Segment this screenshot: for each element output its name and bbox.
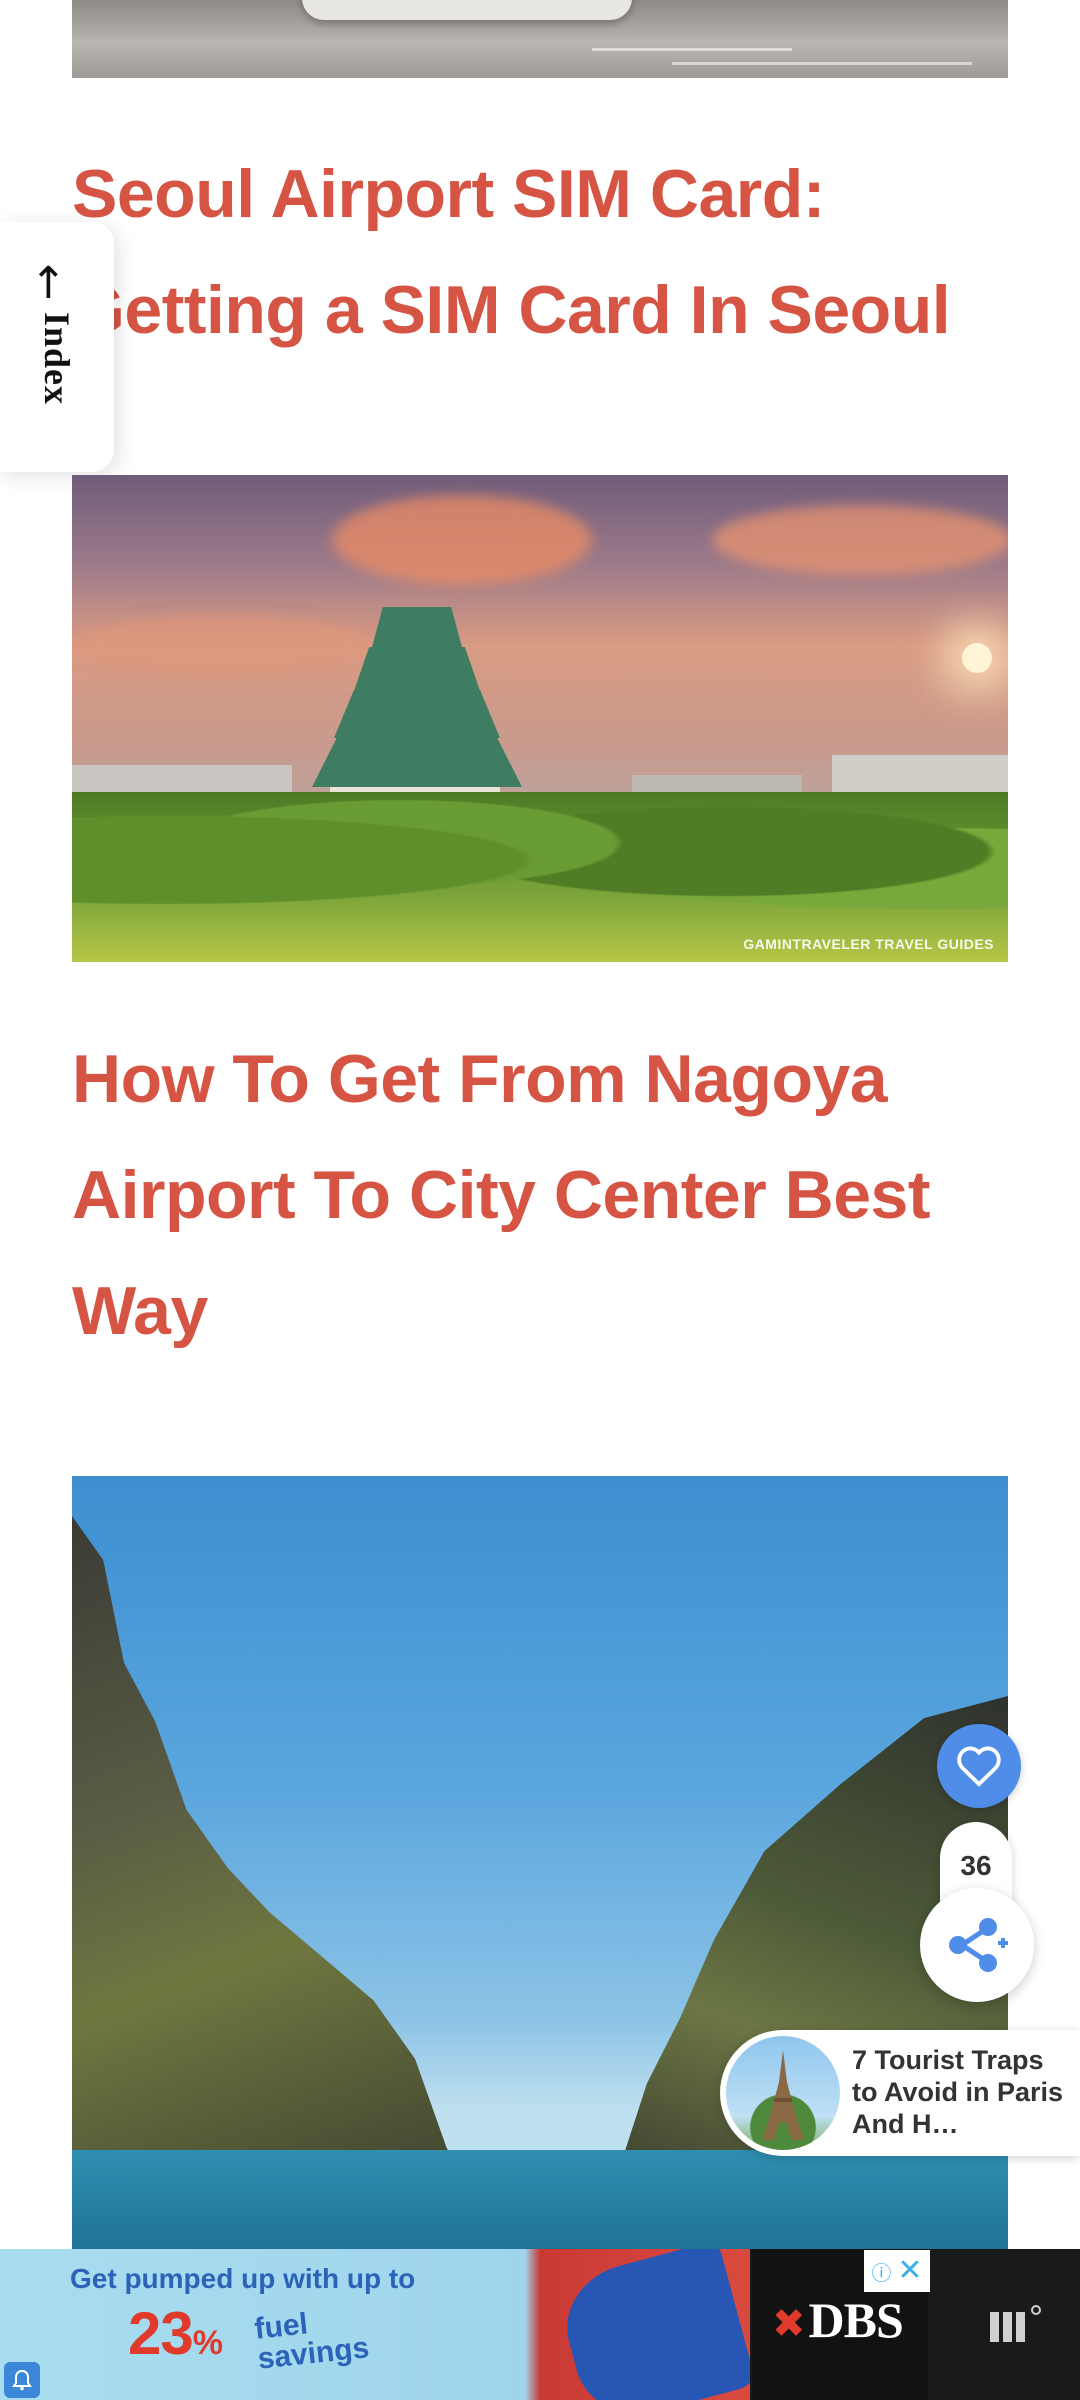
- image-road-line: [592, 48, 792, 51]
- post-image-top[interactable]: [72, 0, 1008, 78]
- post-title-seoul-sim[interactable]: Seoul Airport SIM Card: Getting a SIM Ca…: [72, 136, 1008, 368]
- ad-fuel-savings: fuel savings: [253, 2303, 371, 2375]
- dbs-logo-text: DBS: [808, 2292, 904, 2348]
- ad-percent: 23%: [128, 2299, 223, 2368]
- image-car: [302, 0, 632, 20]
- favorite-button[interactable]: [937, 1724, 1021, 1808]
- dbs-mark-icon: ✖: [772, 2301, 806, 2347]
- share-button[interactable]: [920, 1888, 1034, 2002]
- image-cloud: [332, 495, 592, 585]
- related-post-thumbnail: [726, 2036, 840, 2150]
- image-castle-roof: [372, 607, 462, 647]
- arrow-up-icon: ↑: [30, 258, 67, 309]
- image-water: [72, 2150, 1008, 2250]
- image-castle-roof: [312, 737, 522, 787]
- eiffel-tower-icon: [762, 2050, 804, 2140]
- notification-bell-icon[interactable]: [4, 2362, 40, 2398]
- post-title-line: Airport To City Center Best: [72, 1157, 930, 1233]
- bell-icon: [12, 2369, 32, 2391]
- post-title-nagoya[interactable]: How To Get From Nagoya Airport To City C…: [72, 1021, 1008, 1369]
- heart-icon: [957, 1746, 1001, 1787]
- dbs-logo: ✖DBS: [772, 2291, 904, 2349]
- share-icon: [949, 1918, 1008, 1972]
- ad-choices-icon[interactable]: ⓘ: [871, 2257, 891, 2286]
- ad-network-logo-icon: [990, 2305, 1041, 2342]
- related-post-title: 7 Tourist Traps to Avoid in Paris And H…: [852, 2045, 1064, 2139]
- image-cloud: [712, 505, 1008, 575]
- image-sun: [962, 643, 992, 673]
- post-title-line: Seoul Airport SIM Card:: [72, 156, 825, 232]
- ad-percent-value: 23: [128, 2300, 194, 2367]
- index-tab-label: Index: [37, 312, 77, 406]
- post-title-line: Getting a SIM Card In Seoul: [72, 272, 951, 348]
- ad-close-button[interactable]: ⓘ ✕: [864, 2250, 930, 2292]
- image-road-line: [672, 62, 972, 65]
- share-widget: 36: [920, 1822, 1034, 2002]
- ad-headline: Get pumped up with up to: [70, 2263, 416, 2294]
- ad-creative[interactable]: Get pumped up with up to 23% fuel saving…: [0, 2249, 750, 2400]
- fuel-pump-nozzle-icon: [553, 2249, 750, 2400]
- index-tab[interactable]: ↑ Index: [0, 222, 114, 472]
- post-image-nagoya[interactable]: GAMINTRAVELER TRAVEL GUIDES: [72, 475, 1008, 962]
- close-icon[interactable]: ✕: [897, 2256, 922, 2286]
- post-title-line: Way: [72, 1273, 208, 1349]
- post-title-line: How To Get From Nagoya: [72, 1041, 888, 1117]
- image-castle-roof: [334, 690, 500, 738]
- image-castle-roof: [354, 647, 480, 691]
- share-count: 36: [960, 1850, 992, 1881]
- image-credit: GAMINTRAVELER TRAVEL GUIDES: [743, 936, 994, 952]
- image-cliff-left: [72, 1516, 478, 2250]
- related-post-card[interactable]: 7 Tourist Traps to Avoid in Paris And H…: [720, 2030, 1080, 2156]
- ad-percent-sign: %: [192, 2324, 223, 2362]
- image-cloud: [72, 615, 372, 675]
